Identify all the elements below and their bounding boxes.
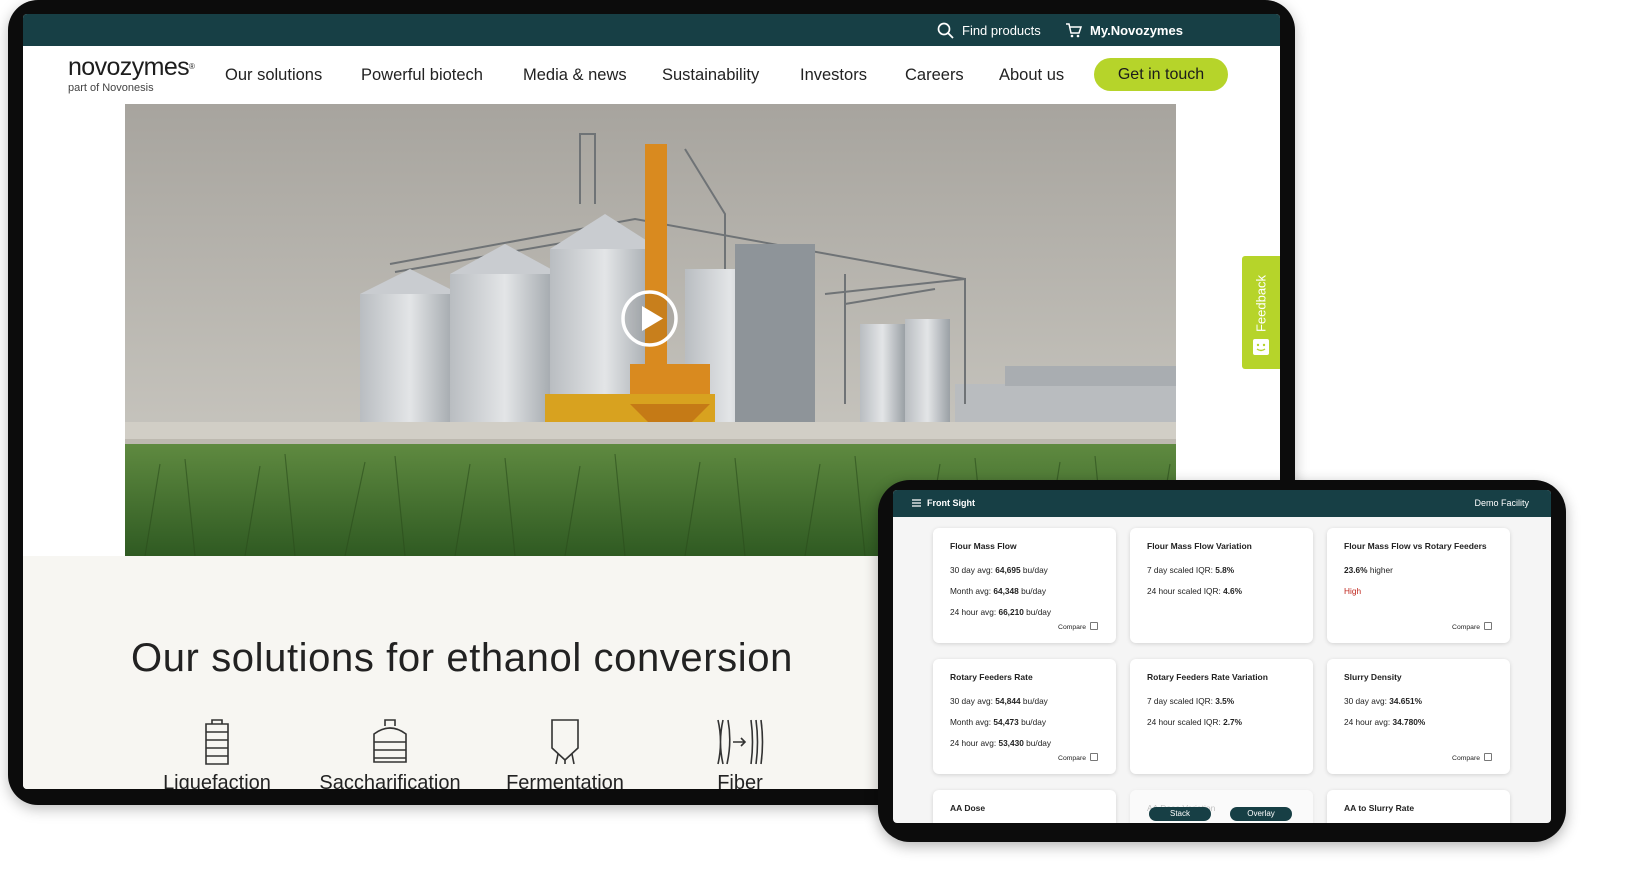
checkbox[interactable]: [1090, 621, 1098, 630]
fiber-icon: [717, 719, 764, 765]
logo-wordmark: novozymes: [68, 53, 190, 81]
main-navigation: novozymes® part of Novonesis Our solutio…: [23, 46, 1280, 105]
metric-card-rotary-feeders-rate-variation[interactable]: Rotary Feeders Rate Variation 7 day scal…: [1130, 659, 1313, 774]
metric-card-flour-mass-flow[interactable]: Flour Mass Flow 30 day avg: 64,695 bu/da…: [933, 528, 1116, 643]
card-title: Flour Mass Flow Variation: [1147, 541, 1252, 551]
card-row: 23.6% higher: [1344, 565, 1393, 575]
my-account-label: My.Novozymes: [1090, 22, 1183, 38]
nav-about-us[interactable]: About us: [999, 46, 1064, 104]
feedback-tab[interactable]: Feedback: [1242, 256, 1280, 369]
nav-powerful-biotech[interactable]: Powerful biotech: [361, 46, 483, 104]
card-row: 24 hour scaled IQR: 4.6%: [1147, 586, 1243, 596]
metric-card-flour-mass-flow-variation[interactable]: Flour Mass Flow Variation 7 day scaled I…: [1130, 528, 1313, 643]
registered-mark: ®: [189, 62, 195, 71]
cart-icon: [1066, 23, 1082, 38]
card-row: 30 day avg: 64,695 bu/day: [950, 565, 1048, 575]
card-row: 24 hour avg: 66,210 bu/day: [950, 607, 1052, 617]
card-title: Rotary Feeders Rate: [950, 672, 1033, 682]
smiley-icon: [1253, 339, 1269, 355]
compare-checkbox[interactable]: Compare: [1058, 621, 1098, 631]
liquefaction-icon: [205, 719, 229, 765]
card-title: AA to Slurry Rate: [1344, 803, 1415, 813]
nav-media-news[interactable]: Media & news: [523, 46, 627, 104]
solution-label: Liquefaction: [163, 772, 271, 789]
card-title: AA Dose: [950, 803, 986, 813]
stack-toggle-button[interactable]: Stack: [1149, 807, 1211, 821]
card-title: Rotary Feeders Rate Variation: [1147, 672, 1268, 682]
solutions-heading: Our solutions for ethanol conversion: [131, 636, 793, 680]
feedback-label: Feedback: [1253, 274, 1269, 333]
metric-card-flour-vs-rotary-feeders[interactable]: Flour Mass Flow vs Rotary Feeders 23.6% …: [1327, 528, 1510, 643]
nav-our-solutions[interactable]: Our solutions: [225, 46, 322, 104]
solution-fermentation[interactable]: Fermentation: [475, 718, 655, 789]
solution-label: Fiber: [717, 772, 763, 789]
card-row: 7 day scaled IQR: 5.8%: [1147, 565, 1235, 575]
fermentation-icon: [551, 719, 579, 765]
checkbox[interactable]: [1484, 621, 1492, 630]
solution-saccharification[interactable]: Saccharification: [300, 718, 480, 789]
app-header: Front Sight Demo Facility: [893, 490, 1551, 517]
card-row: 7 day scaled IQR: 3.5%: [1147, 696, 1235, 706]
find-products-label: Find products: [962, 22, 1041, 38]
menu-icon[interactable]: [912, 499, 921, 507]
card-title: Flour Mass Flow: [950, 541, 1017, 551]
checkbox[interactable]: [1090, 752, 1098, 761]
overlay-toggle-button[interactable]: Overlay: [1230, 807, 1292, 821]
facility-selector[interactable]: Demo Facility: [1474, 490, 1529, 517]
logo-tagline: part of Novonesis: [68, 82, 154, 94]
tablet-frame: Front Sight Demo Facility Flour Mass Flo…: [878, 480, 1566, 842]
novozymes-logo[interactable]: novozymes® part of Novonesis: [68, 53, 195, 94]
nav-investors[interactable]: Investors: [800, 46, 867, 104]
solution-liquefaction[interactable]: Liquefaction: [127, 718, 307, 789]
nav-sustainability[interactable]: Sustainability: [662, 46, 759, 104]
card-row: Month avg: 64,348 bu/day: [950, 586, 1046, 596]
get-in-touch-button[interactable]: Get in touch: [1094, 58, 1228, 91]
metric-card-aa-to-slurry-rate[interactable]: AA to Slurry Rate: [1327, 790, 1510, 823]
app-title: Front Sight: [927, 498, 975, 508]
my-account-link[interactable]: My.Novozymes: [1065, 14, 1183, 46]
play-icon[interactable]: [621, 290, 678, 347]
card-row: 30 day avg: 34.651%: [1344, 696, 1422, 706]
card-row: 30 day avg: 54,844 bu/day: [950, 696, 1048, 706]
compare-checkbox[interactable]: Compare: [1058, 752, 1098, 762]
checkbox[interactable]: [1484, 752, 1492, 761]
card-row: 24 hour avg: 34.780%: [1344, 717, 1426, 727]
card-title: Slurry Density: [1344, 672, 1402, 682]
solution-fiber[interactable]: Fiber: [650, 718, 830, 789]
status-badge: High: [1344, 586, 1362, 596]
find-products-link[interactable]: Find products: [937, 14, 1041, 46]
card-title: Flour Mass Flow vs Rotary Feeders: [1344, 541, 1487, 551]
metric-card-rotary-feeders-rate[interactable]: Rotary Feeders Rate 30 day avg: 54,844 b…: [933, 659, 1116, 774]
compare-checkbox[interactable]: Compare: [1452, 752, 1492, 762]
solution-label: Saccharification: [319, 772, 461, 789]
dashboard-screen: Front Sight Demo Facility Flour Mass Flo…: [893, 490, 1551, 823]
solution-label: Fermentation: [506, 772, 624, 789]
metric-card-aa-dose[interactable]: AA Dose: [933, 790, 1116, 823]
compare-checkbox[interactable]: Compare: [1452, 621, 1492, 631]
saccharification-icon: [373, 719, 407, 763]
utility-bar: Find products My.Novozymes: [23, 14, 1280, 46]
card-row: Month avg: 54,473 bu/day: [950, 717, 1046, 727]
card-row: 24 hour avg: 53,430 bu/day: [950, 738, 1052, 748]
nav-careers[interactable]: Careers: [905, 46, 964, 104]
card-row: 24 hour scaled IQR: 2.7%: [1147, 717, 1243, 727]
search-icon: [937, 22, 954, 39]
metric-card-slurry-density[interactable]: Slurry Density 30 day avg: 34.651% 24 ho…: [1327, 659, 1510, 774]
